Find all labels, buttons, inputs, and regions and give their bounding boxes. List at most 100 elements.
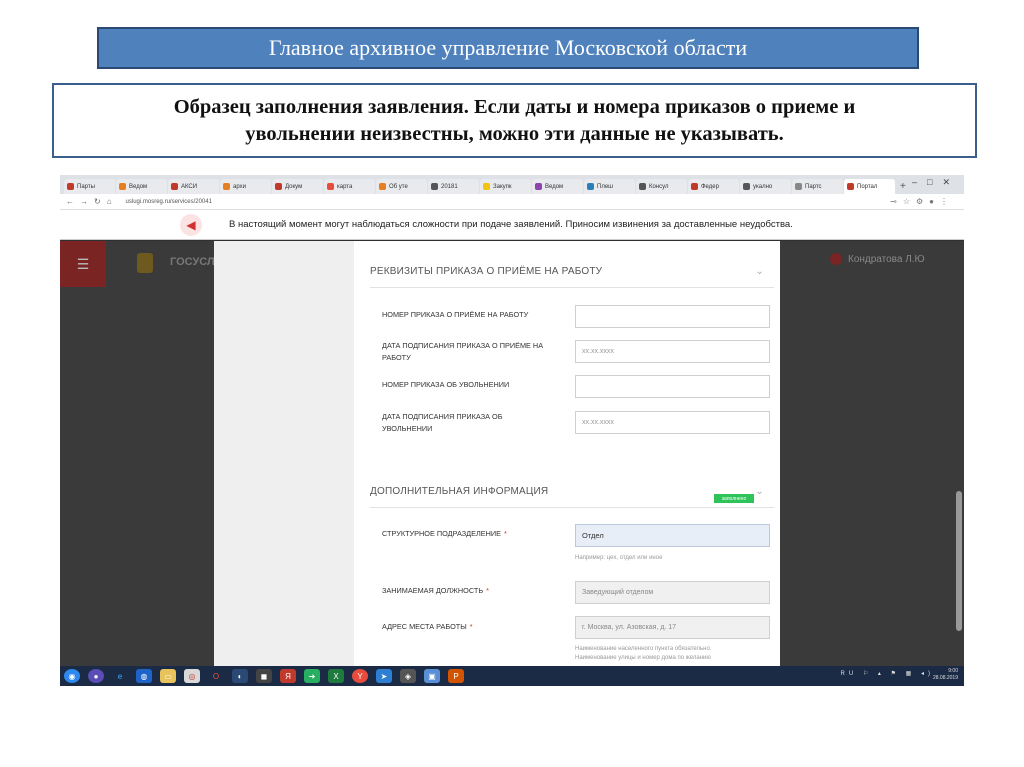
arrow-icon[interactable]: ➜ [304, 669, 320, 683]
browser-tab-active[interactable]: Портал [844, 179, 895, 194]
favicon-icon [483, 183, 490, 190]
favicon-icon [275, 183, 282, 190]
clock[interactable]: 9:00 28.08.2019 [933, 668, 958, 682]
field-label: СТРУКТУРНОЕ ПОДРАЗДЕЛЕНИЕ * [382, 529, 507, 538]
position-input[interactable]: Заведующий отделом [575, 581, 770, 604]
hire-order-date-input[interactable]: xx.xx.xxxx [575, 340, 770, 363]
browser-tab[interactable]: Консул [636, 179, 687, 194]
notice-text: В настоящий момент могут наблюдаться сло… [229, 219, 793, 230]
hire-order-number-input[interactable] [575, 305, 770, 328]
favicon-icon [795, 183, 802, 190]
excel-icon[interactable]: X [328, 669, 344, 683]
app-left-panel: ☰ ГОСУСЛ [60, 241, 215, 666]
slide-title: Главное архивное управление Московской о… [97, 27, 919, 69]
field-label: АДРЕС МЕСТА РАБОТЫ * [382, 622, 473, 631]
status-badge: заполнено [714, 494, 754, 503]
navigation-icons[interactable]: ←→↻⌂ [66, 197, 118, 206]
favicon-icon [119, 183, 126, 190]
browser-tab[interactable]: Федер [688, 179, 739, 194]
browser-tab[interactable]: Об уте [376, 179, 427, 194]
telegram-icon[interactable]: ➤ [376, 669, 392, 683]
required-mark: * [504, 529, 507, 538]
brand-name: ГОСУСЛ [170, 256, 215, 268]
app-icon[interactable]: ◐ [232, 669, 248, 683]
tab-strip: Парты Ведом АКСИ архи Докум карта Об уте… [60, 175, 964, 194]
favicon-icon [639, 183, 646, 190]
field-label: ДАТА ПОДПИСАНИЯ ПРИКАЗА О ПРИЁМЕ НА РАБО… [382, 341, 544, 362]
browser-tab[interactable]: 20181 [428, 179, 479, 194]
window-controls-icon[interactable]: –□✕ [912, 177, 960, 188]
url-field[interactable]: uslugi.mosreg.ru/services/20041 [126, 199, 212, 205]
yandex-icon[interactable]: Я [280, 669, 296, 683]
megaphone-icon: ◀ [180, 214, 202, 236]
browser-tab[interactable]: Закупк [480, 179, 531, 194]
subtitle-line-1: Образец заполнения заявления. Если даты … [173, 96, 856, 118]
favicon-icon [431, 183, 438, 190]
chrome-icon[interactable]: ◎ [184, 669, 200, 683]
user-name: Кондратова Л.Ю [848, 253, 925, 265]
chevron-down-icon[interactable]: ⌄ [755, 266, 764, 277]
opera-icon[interactable]: O [208, 669, 224, 683]
favicon-icon [743, 183, 750, 190]
user-profile[interactable]: Кондратова Л.Ю [830, 253, 925, 265]
browser-tab[interactable]: Докум [272, 179, 323, 194]
field-label: ЗАНИМАЕМАЯ ДОЛЖНОСТЬ * [382, 586, 489, 595]
required-mark: * [469, 622, 473, 631]
browser-toolbar-icons[interactable]: ⊸☆⚙●⋮ [890, 197, 954, 206]
browser-tab[interactable]: Парты [64, 179, 115, 194]
browser-tab[interactable]: АКСИ [168, 179, 219, 194]
section-title: РЕКВИЗИТЫ ПРИКАЗА О ПРИЁМЕ НА РАБОТУ [370, 266, 603, 277]
browser-tab[interactable]: карта [324, 179, 375, 194]
coat-of-arms-icon [137, 253, 153, 273]
section-hire-order[interactable]: РЕКВИЗИТЫ ПРИКАЗА О ПРИЁМЕ НА РАБОТУ ⌄ [370, 266, 774, 288]
browser-tab[interactable]: Партс [792, 179, 843, 194]
browser-tab[interactable]: укално [740, 179, 791, 194]
app-area: ☰ ГОСУСЛ Кондратова Л.Ю РЕКВИЗИТЫ ПРИКАЗ… [60, 241, 964, 666]
new-tab-icon[interactable]: + [900, 179, 906, 194]
favicon-icon [847, 183, 854, 190]
section-title: ДОПОЛНИТЕЛЬНАЯ ИНФОРМАЦИЯ [370, 486, 549, 497]
cortana-icon[interactable]: ● [88, 669, 104, 683]
media-icon[interactable]: ◼ [256, 669, 272, 683]
address-bar: ←→↻⌂ uslugi.mosreg.ru/services/20041 ⊸☆⚙… [60, 194, 964, 210]
field-hint: Например: цех, отдел или иное [575, 555, 663, 561]
avatar [830, 253, 842, 265]
browser-tab[interactable]: архи [220, 179, 271, 194]
window-icon[interactable]: ▣ [424, 669, 440, 683]
browser-tab[interactable]: Ведом [532, 179, 583, 194]
favicon-icon [171, 183, 178, 190]
scrollbar[interactable] [956, 491, 962, 631]
dismissal-order-number-input[interactable] [575, 375, 770, 398]
favicon-icon [379, 183, 386, 190]
work-address-input[interactable]: г. Москва, ул. Азовская, д. 17 [575, 616, 770, 639]
notice-banner: ◀ В настоящий момент могут наблюдаться с… [60, 210, 964, 240]
field-hint: Наименование населенного пункта обязател… [575, 646, 712, 652]
favicon-icon [587, 183, 594, 190]
structural-unit-input[interactable]: Отдел [575, 524, 770, 547]
field-label: НОМЕР ПРИКАЗА ОБ УВОЛЬНЕНИИ [382, 380, 510, 389]
slide-subtitle: Образец заполнения заявления. Если даты … [52, 83, 977, 158]
app-icon[interactable]: ◈ [400, 669, 416, 683]
favicon-icon [223, 183, 230, 190]
globe-icon[interactable]: ◍ [136, 669, 152, 683]
ie-icon[interactable]: e [112, 669, 128, 683]
subtitle-line-2: увольнении неизвестны, можно эти данные … [245, 123, 784, 145]
browser-screenshot: Парты Ведом АКСИ архи Докум карта Об уте… [60, 175, 964, 686]
menu-icon[interactable]: ☰ [60, 241, 106, 287]
start-icon[interactable]: ◉ [64, 669, 80, 683]
required-mark: * [486, 586, 489, 595]
field-hint: Наименование улицы и номер дома по желан… [575, 655, 711, 661]
browser-tab[interactable]: Плеш [584, 179, 635, 194]
application-form: РЕКВИЗИТЫ ПРИКАЗА О ПРИЁМЕ НА РАБОТУ ⌄ Н… [354, 241, 780, 666]
browser-tab[interactable]: Ведом [116, 179, 167, 194]
system-tray[interactable]: RU ⚐ ▴ ⚑ ▦ ◂) [841, 670, 934, 677]
dismissal-order-date-input[interactable]: xx.xx.xxxx [575, 411, 770, 434]
chevron-down-icon[interactable]: ⌄ [755, 486, 764, 497]
favicon-icon [535, 183, 542, 190]
powerpoint-icon[interactable]: P [448, 669, 464, 683]
field-label: ДАТА ПОДПИСАНИЯ ПРИКАЗА ОБ УВОЛЬНЕНИИ [382, 412, 503, 433]
favicon-icon [691, 183, 698, 190]
field-label: НОМЕР ПРИКАЗА О ПРИЁМЕ НА РАБОТУ [382, 310, 529, 319]
yandex-browser-icon[interactable]: Y [352, 669, 368, 683]
folder-icon[interactable]: ▭ [160, 669, 176, 683]
